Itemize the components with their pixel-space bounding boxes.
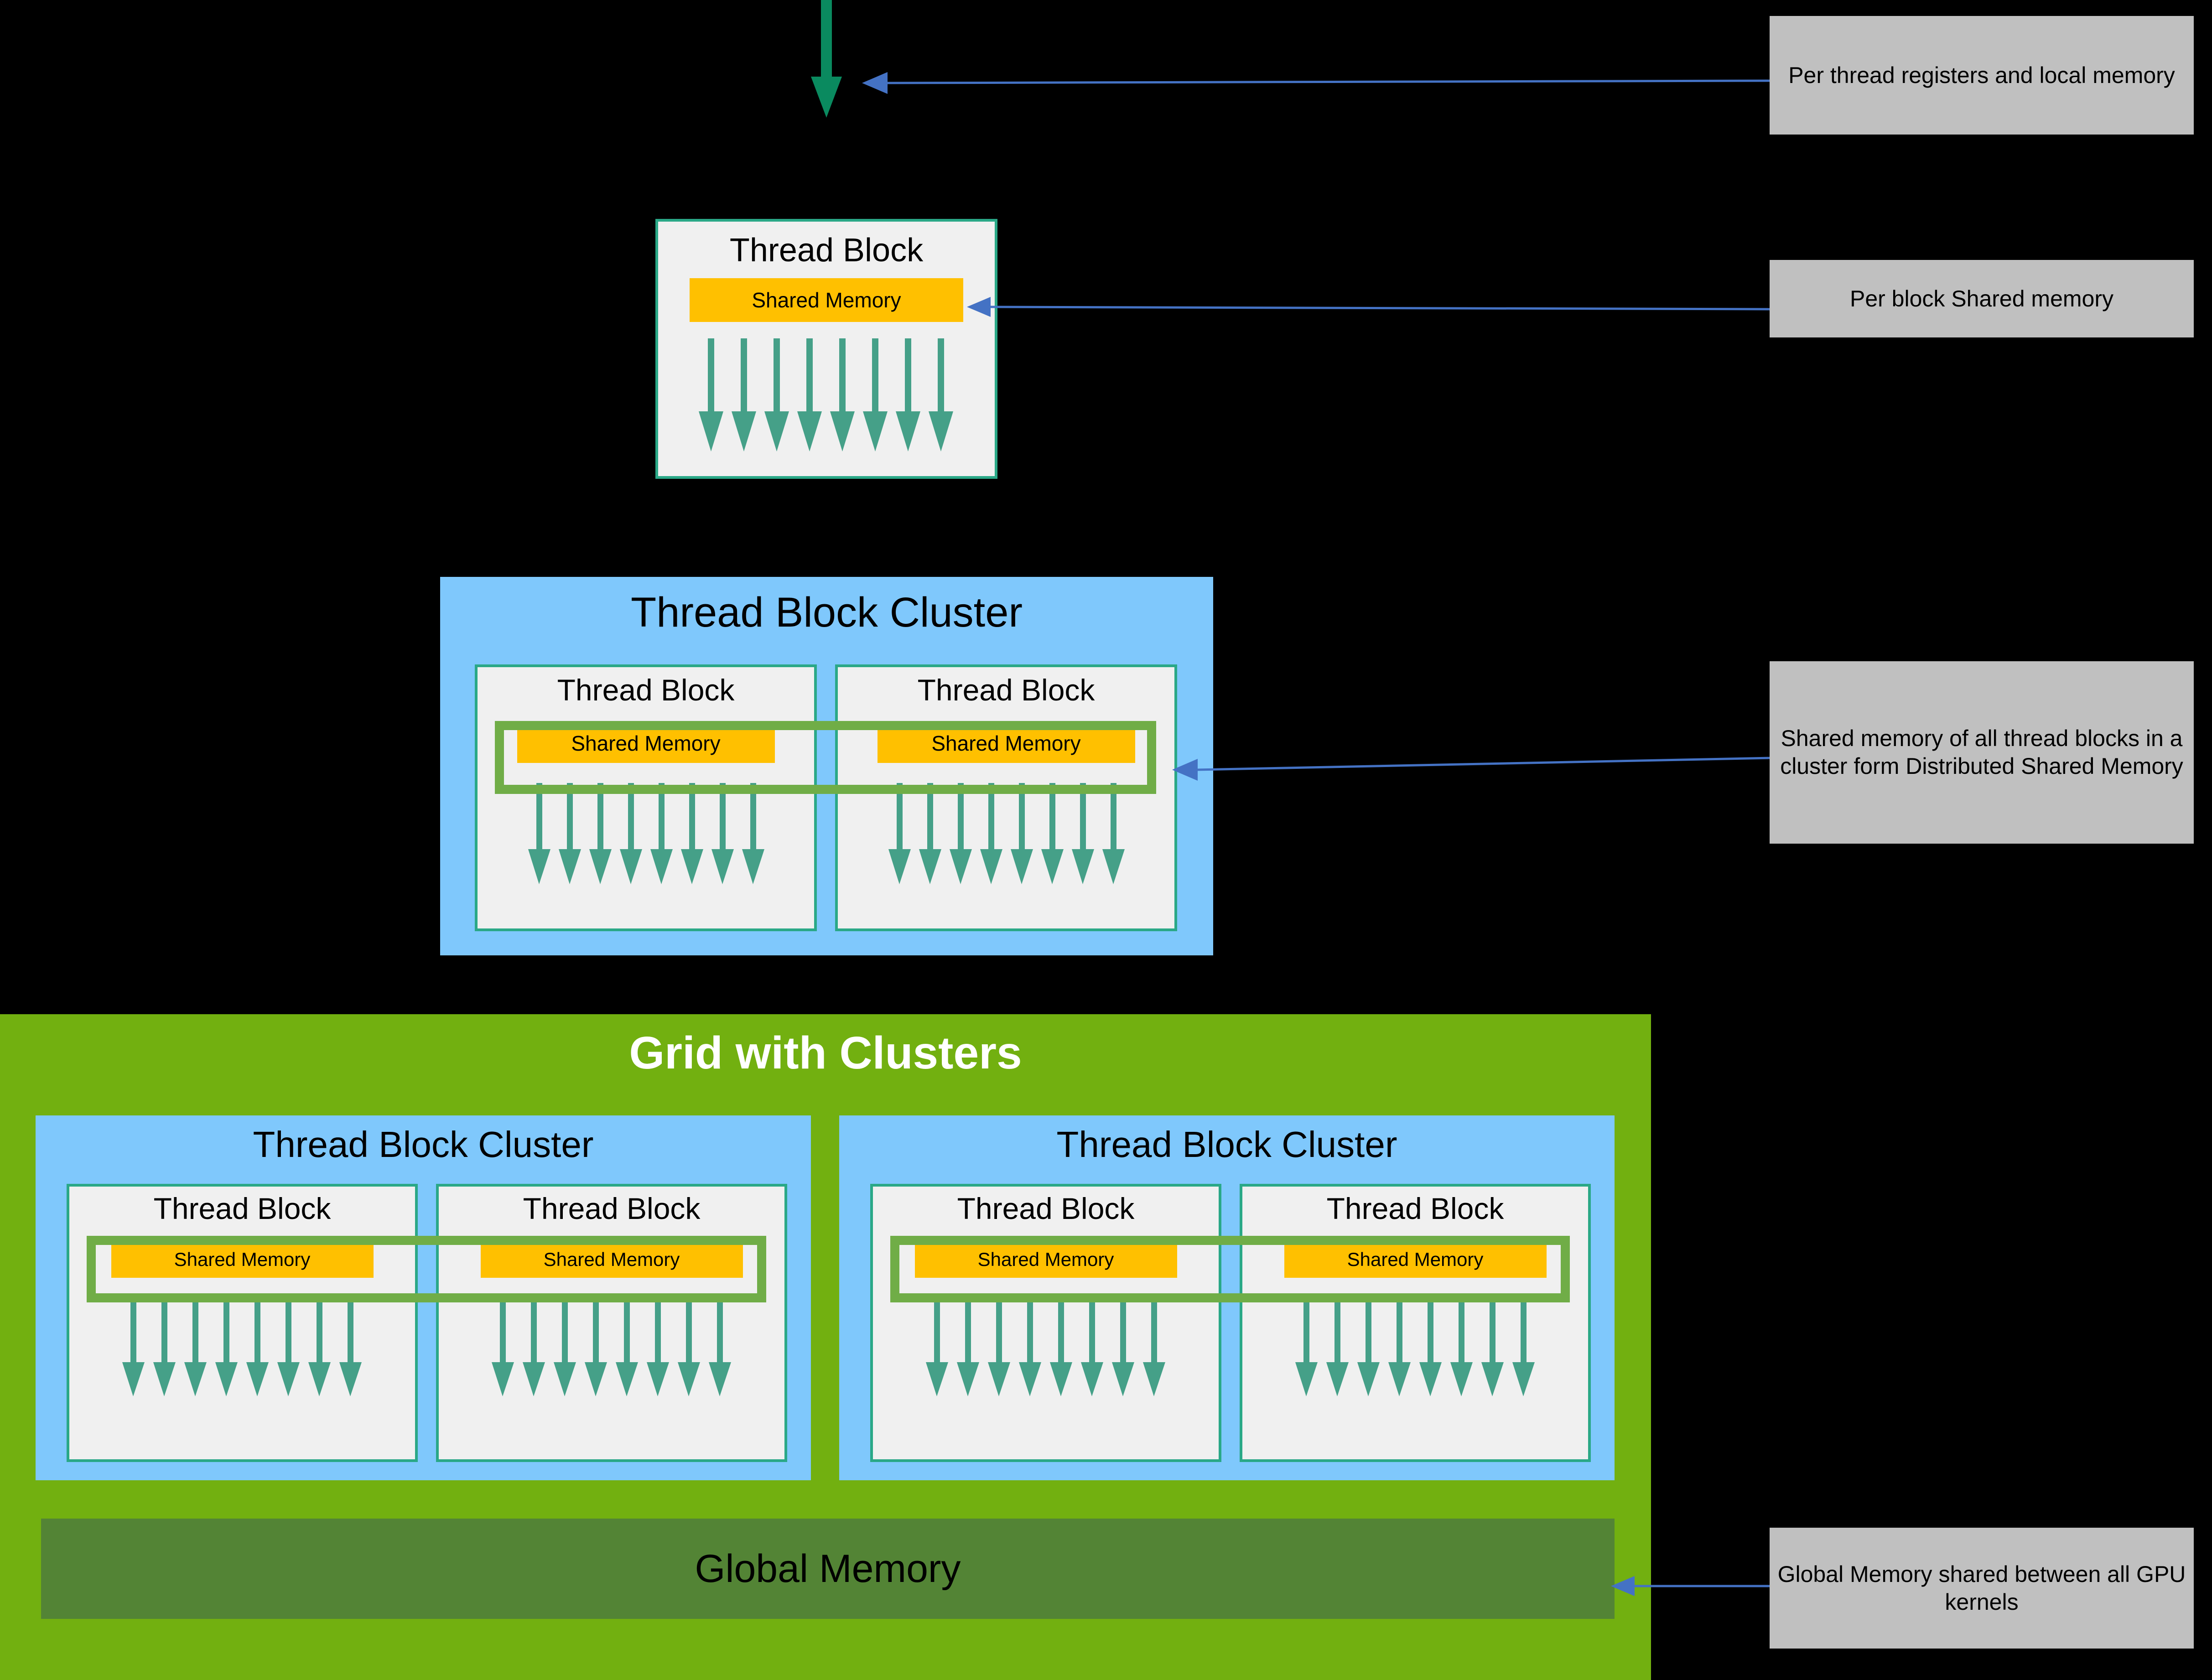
cluster-title: Thread Block Cluster <box>631 589 1023 636</box>
cluster-thread-block-2[interactable]: Thread Block Shared Memory <box>436 1184 787 1462</box>
distributed-shared-memory-outline <box>890 1236 1570 1302</box>
grid-cluster-2[interactable]: Thread Block Cluster Thread Block Shared… <box>839 1115 1615 1480</box>
thread-block-title: Thread Block <box>957 1192 1135 1225</box>
callout-line-per-thread <box>862 72 1770 94</box>
global-memory-bar[interactable]: Global Memory <box>41 1519 1615 1619</box>
callout-per-block-text: Per block Shared memory <box>1849 285 2113 311</box>
thread-block-title: Thread Block <box>557 673 735 707</box>
thread-block-title: Thread Block <box>917 673 1095 707</box>
cluster-thread-block-2[interactable]: Thread Block Shared Memory <box>1240 1184 1591 1462</box>
callout-distributed-shared-text: Shared memory of all thread blocks in a … <box>1780 726 2183 779</box>
callout-line-per-block <box>967 297 1770 317</box>
thread-arrows-group <box>888 783 1125 884</box>
callout-line-global-memory <box>1611 1576 1771 1596</box>
shared-memory-label: Shared Memory <box>752 288 901 312</box>
callout-global-memory: Global Memory shared between all GPU ker… <box>1770 1528 2194 1649</box>
callout-line-distributed-shared <box>1172 757 1772 781</box>
thread-block-title: Thread Block <box>729 232 924 269</box>
thread-arrows-group <box>699 338 953 451</box>
callout-distributed-shared-memory: Shared memory of all thread blocks in a … <box>1770 661 2194 844</box>
cluster-thread-block-1[interactable]: Thread Block Shared Memory <box>870 1184 1221 1462</box>
standalone-thread-block[interactable]: Thread Block Shared Memory <box>655 219 997 479</box>
cluster-thread-block-1[interactable]: Thread Block Shared Memory <box>67 1184 418 1462</box>
thread-block-title: Thread Block <box>523 1192 701 1225</box>
callout-per-thread-text: Per thread registers and local memory <box>1788 62 2175 88</box>
cluster-thread-block-2[interactable]: Thread Block Shared Memory <box>835 664 1177 931</box>
global-memory-label: Global Memory <box>695 1546 961 1591</box>
callout-global-text: Global Memory shared between all GPU ker… <box>1777 1561 2186 1615</box>
thread-arrows-group <box>1295 1297 1535 1396</box>
callout-per-block-shared-memory: Per block Shared memory <box>1770 260 2194 337</box>
thread-block-title: Thread Block <box>1326 1192 1504 1225</box>
cluster-thread-block-1[interactable]: Thread Block Shared Memory <box>475 664 817 931</box>
thread-arrows-group <box>926 1297 1165 1396</box>
grid-title: Grid with Clusters <box>629 1027 1022 1079</box>
thread-arrows-group <box>528 783 764 884</box>
cluster-title: Thread Block Cluster <box>253 1124 594 1165</box>
grid-with-clusters[interactable]: Grid with Clusters Thread Block Cluster … <box>0 1014 1651 1680</box>
callout-per-thread-registers: Per thread registers and local memory <box>1770 16 2194 135</box>
thread-arrows-group <box>492 1297 731 1396</box>
standalone-thread-block-cluster[interactable]: Thread Block Cluster Thread Block Shared… <box>440 577 1213 955</box>
grid-cluster-1[interactable]: Thread Block Cluster Thread Block Shared… <box>36 1115 811 1480</box>
distributed-shared-memory-outline <box>87 1236 766 1302</box>
incoming-thread-arrow <box>811 0 842 118</box>
thread-block-title: Thread Block <box>153 1192 331 1225</box>
cluster-title: Thread Block Cluster <box>1056 1124 1397 1165</box>
thread-arrows-group <box>122 1297 362 1396</box>
distributed-shared-memory-outline <box>495 721 1156 794</box>
shared-memory-box[interactable]: Shared Memory <box>690 278 963 322</box>
